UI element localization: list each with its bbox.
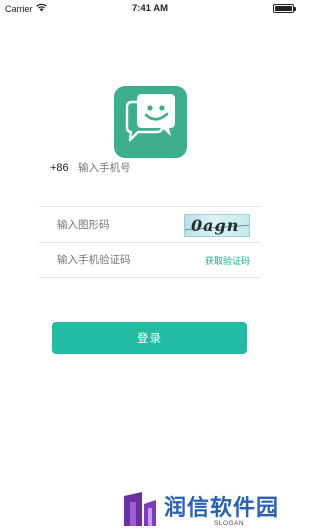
login-button[interactable]: 登录 bbox=[52, 322, 247, 354]
phone-row: +86 bbox=[39, 150, 261, 186]
phone-input[interactable] bbox=[78, 162, 228, 174]
watermark-brand: 润信软件园 bbox=[164, 495, 280, 520]
chat-smile-icon bbox=[125, 94, 175, 142]
watermark-slogan: SLOGAN bbox=[214, 520, 245, 527]
sms-row: 获取验证码 bbox=[39, 242, 261, 278]
captcha-text: 0agn bbox=[191, 216, 240, 235]
sms-code-input[interactable] bbox=[57, 254, 177, 266]
captcha-image[interactable]: 0agn bbox=[184, 214, 250, 237]
captcha-input[interactable] bbox=[57, 218, 177, 231]
battery-icon bbox=[273, 4, 296, 13]
app-logo bbox=[114, 86, 187, 158]
watermark-logo-icon bbox=[124, 492, 156, 526]
country-code[interactable]: +86 bbox=[50, 162, 78, 174]
captcha-row: 0agn bbox=[39, 206, 261, 242]
watermark: 润信软件园 SLOGAN bbox=[118, 488, 300, 532]
get-sms-code-link[interactable]: 获取验证码 bbox=[205, 254, 250, 267]
status-time: 7:41 AM bbox=[131, 3, 169, 14]
status-bar: Carrier 7:41 AM bbox=[0, 0, 300, 16]
